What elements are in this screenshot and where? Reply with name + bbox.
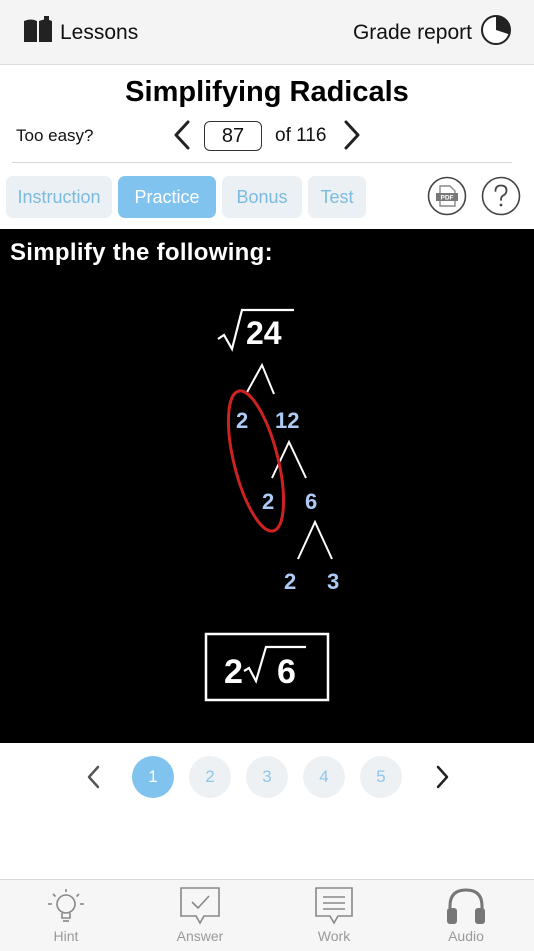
- page-4-button[interactable]: 4: [303, 756, 345, 798]
- tab-instruction[interactable]: Instruction: [6, 176, 112, 218]
- tab-practice[interactable]: Practice: [118, 176, 216, 218]
- pie-chart-icon: [480, 14, 512, 51]
- work-label: Work: [317, 928, 351, 944]
- chevron-left-icon: [174, 120, 190, 150]
- notepad-bubble-icon: [315, 887, 353, 925]
- help-button[interactable]: [481, 176, 521, 216]
- tab-bonus[interactable]: Bonus: [222, 176, 302, 218]
- grade-report-button[interactable]: Grade report: [353, 14, 512, 51]
- lessons-button[interactable]: Lessons: [22, 16, 138, 49]
- pager-next-button[interactable]: [432, 764, 452, 790]
- tree-branch-3: [297, 519, 333, 560]
- audio-label: Audio: [448, 928, 484, 944]
- answer-radicand: 6: [277, 653, 296, 691]
- tree-factor-2b: 2: [262, 489, 274, 514]
- page-3-button[interactable]: 3: [246, 756, 288, 798]
- lightbulb-icon: [48, 889, 84, 922]
- practice-pager: 1 2 3 4 5: [0, 756, 534, 798]
- checkmark-bubble-icon: [180, 887, 220, 925]
- factor-tree-diagram: 24 2 12 2 6 2 3 2 6: [204, 308, 339, 702]
- previous-lesson-button[interactable]: [170, 118, 194, 152]
- work-button[interactable]: Work: [294, 886, 374, 944]
- lesson-total: of 116: [275, 125, 327, 146]
- chevron-left-icon: [87, 765, 100, 789]
- answer-radical-sign: [243, 645, 306, 684]
- bottom-toolbar: Hint Answer Work Audio: [0, 879, 534, 951]
- tab-test[interactable]: Test: [308, 176, 366, 218]
- pdf-button[interactable]: PDF: [427, 176, 467, 216]
- pdf-icon: PDF: [427, 176, 467, 216]
- headphones-icon: [447, 888, 485, 924]
- answer-label: Answer: [176, 928, 224, 944]
- lessons-label: Lessons: [60, 20, 139, 44]
- top-bar: Lessons Grade report: [0, 0, 534, 65]
- svg-text:PDF: PDF: [441, 195, 454, 202]
- tree-factor-6: 6: [305, 489, 317, 514]
- next-lesson-button[interactable]: [340, 118, 364, 152]
- lesson-number-field[interactable]: 87: [204, 121, 262, 151]
- answer-coefficient: 2: [224, 653, 243, 691]
- lesson-title: Simplifying Radicals: [125, 76, 409, 108]
- book-icon: [22, 16, 54, 49]
- divider: [12, 162, 512, 163]
- hint-label: Hint: [53, 928, 79, 944]
- tree-factor-12: 12: [275, 408, 299, 433]
- problem-video[interactable]: Simplify the following: 24 2 12 2 6 2 3 …: [0, 229, 534, 743]
- audio-button[interactable]: Audio: [426, 886, 506, 944]
- grade-report-label: Grade report: [352, 20, 472, 44]
- question-icon: [481, 176, 521, 216]
- tree-factor-2a: 2: [236, 408, 248, 433]
- tree-branch-1: [245, 362, 275, 395]
- too-easy-link[interactable]: Too easy?: [16, 126, 94, 146]
- radicand-24: 24: [246, 315, 282, 351]
- page-2-button[interactable]: 2: [189, 756, 231, 798]
- tree-factor-2c: 2: [284, 569, 296, 594]
- hint-button[interactable]: Hint: [26, 886, 106, 944]
- tree-factor-3: 3: [327, 569, 339, 594]
- chevron-right-icon: [436, 765, 449, 789]
- chevron-right-icon: [344, 120, 360, 150]
- page-1-button[interactable]: 1: [132, 756, 174, 798]
- pager-prev-button[interactable]: [84, 764, 104, 790]
- answer-button[interactable]: Answer: [160, 886, 240, 944]
- page-5-button[interactable]: 5: [360, 756, 402, 798]
